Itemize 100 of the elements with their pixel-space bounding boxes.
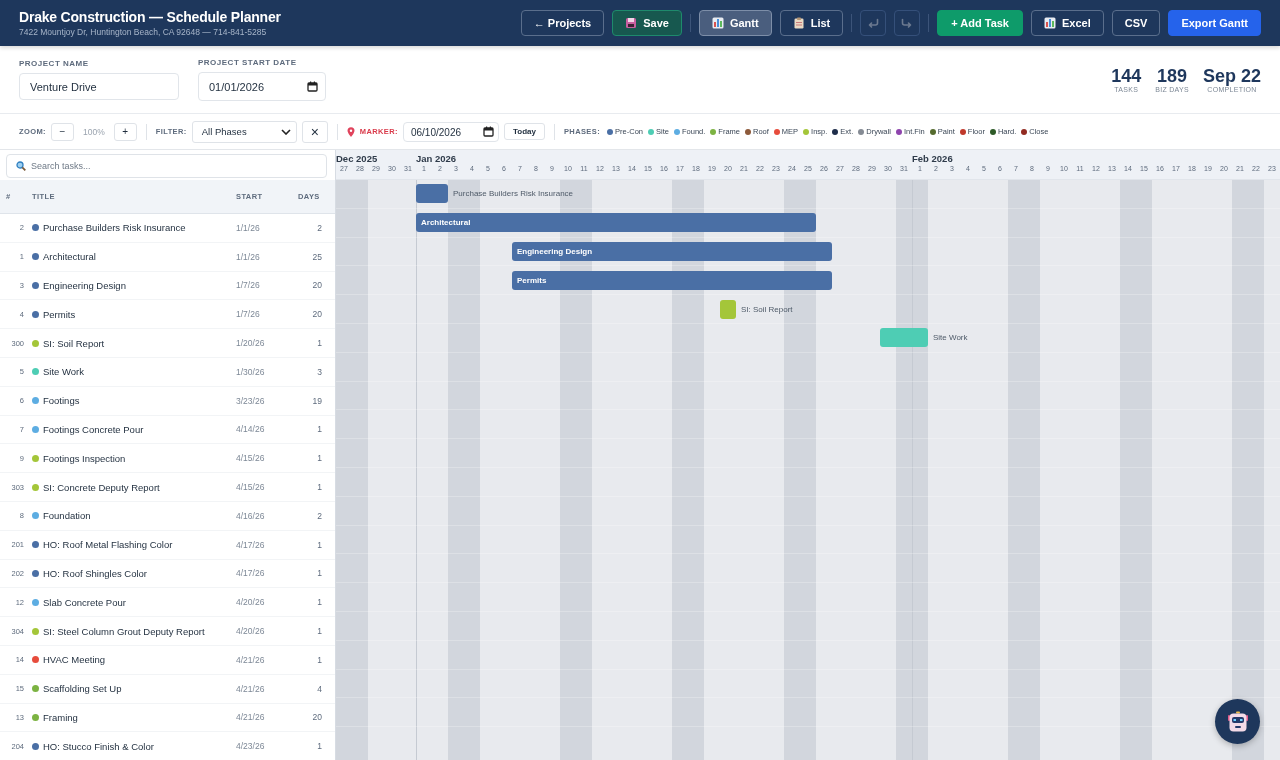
start-date: 4/14/26 xyxy=(236,424,266,435)
field-label: PROJECT NAME xyxy=(19,59,90,68)
month-label: Feb 2026 xyxy=(912,152,954,165)
start-date: 4/17/26 xyxy=(236,568,266,579)
task-title[interactable]: Purchase Builders Risk Insurance xyxy=(43,222,186,234)
start-date: 4/15/26 xyxy=(236,482,266,493)
task-days: 1 xyxy=(286,424,322,435)
start-date: 1/7/26 xyxy=(236,309,261,320)
export-gantt-button[interactable]: Export Gantt xyxy=(1168,10,1261,36)
task-title[interactable]: Slab Concrete Pour xyxy=(43,596,126,608)
task-days: 3 xyxy=(286,366,322,377)
task-days: 1 xyxy=(286,482,322,493)
excel-export-button[interactable]: Excel xyxy=(1031,10,1104,36)
field-label: PROJECT START DATE xyxy=(198,58,298,67)
start-date: 4/17/26 xyxy=(236,539,266,550)
start-date: 4/15/26 xyxy=(236,453,266,464)
company-address: 7422 Mountjoy Dr, Huntington Beach, CA 92648 — 714-841-5285 xyxy=(19,27,268,37)
task-title[interactable]: SI: Concrete Deputy Report xyxy=(43,481,160,493)
month-label: Jan 2026 xyxy=(416,152,458,165)
stat-value: Sep 22 xyxy=(1202,66,1261,86)
task-days: 1 xyxy=(286,741,322,752)
task-days: 1 xyxy=(286,597,322,608)
pin-icon xyxy=(346,126,355,137)
task-bar[interactable]: Architectural xyxy=(416,213,816,233)
task-title[interactable]: Framing xyxy=(43,711,78,723)
start-date: 4/20/26 xyxy=(236,597,266,608)
robot-icon xyxy=(1225,710,1250,733)
task-title[interactable]: HO: Roof Metal Flashing Color xyxy=(43,539,173,551)
task-days: 1 xyxy=(286,539,322,550)
task-bar[interactable]: Permits xyxy=(512,270,832,290)
today-button[interactable]: Today xyxy=(503,123,545,140)
view-tab[interactable]: List xyxy=(779,10,844,36)
task-days: 2 xyxy=(286,222,322,233)
start-date: 1/1/26 xyxy=(236,222,261,233)
view-tab[interactable]: Gantt xyxy=(698,10,772,36)
start-date: 4/23/26 xyxy=(236,741,266,752)
bar-chart-icon xyxy=(1044,17,1056,29)
bar-label: Site Work xyxy=(932,333,969,343)
date-field[interactable]: 01/01/2026 xyxy=(198,72,326,101)
csv-export-button[interactable]: CSV xyxy=(1111,10,1161,36)
task-bar[interactable]: Engineering Design xyxy=(512,242,832,261)
save-button[interactable]: Save xyxy=(612,10,682,36)
project-name-field[interactable]: Venture Drive xyxy=(19,73,179,100)
stat-value: 189 xyxy=(1157,66,1188,86)
task-title[interactable]: SI: Steel Column Grout Deputy Report xyxy=(43,625,205,637)
task-days: 20 xyxy=(286,712,322,723)
task-days: 4 xyxy=(286,683,322,694)
projects-button[interactable]: ← Projects xyxy=(520,10,605,36)
chevron-down-icon xyxy=(280,128,291,135)
task-days: 20 xyxy=(286,309,322,320)
task-title[interactable]: HVAC Meeting xyxy=(43,654,106,666)
search-field[interactable]: Search tasks... xyxy=(6,154,327,178)
date-field[interactable]: 06/10/2026 xyxy=(402,122,499,142)
start-date: 1/1/26 xyxy=(236,251,261,262)
zoom-in-button[interactable]: + xyxy=(113,122,137,141)
bar-label: Purchase Builders Risk Insurance xyxy=(452,189,575,199)
start-date: 1/7/26 xyxy=(236,280,261,291)
app-title: Drake Construction — Schedule Planner xyxy=(19,9,281,25)
start-date: 4/21/26 xyxy=(236,654,266,665)
task-title[interactable]: Site Work xyxy=(43,366,84,378)
task-title[interactable]: Architectural xyxy=(43,251,96,263)
task-title[interactable]: Footings xyxy=(43,395,80,407)
zoom-value: 100% xyxy=(83,126,105,137)
task-days: 2 xyxy=(286,510,322,521)
start-date: 4/20/26 xyxy=(236,626,266,637)
task-days: 1 xyxy=(286,654,322,665)
task-title[interactable]: Footings Inspection xyxy=(43,452,126,464)
task-title[interactable]: HO: Roof Shingles Color xyxy=(43,567,148,579)
task-title[interactable]: Scaffolding Set Up xyxy=(43,683,122,695)
start-date: 1/30/26 xyxy=(236,366,266,377)
start-date: 3/23/26 xyxy=(236,395,266,406)
task-title[interactable]: HO: Stucco Finish & Color xyxy=(43,740,154,752)
task-days: 1 xyxy=(286,453,322,464)
bar-label: SI: Soil Report xyxy=(740,304,794,314)
calendar-icon xyxy=(482,126,494,137)
clipboard-icon xyxy=(792,17,805,29)
task-days: 1 xyxy=(286,568,322,579)
task-title[interactable]: SI: Soil Report xyxy=(43,337,105,349)
zoom-out-button[interactable]: − xyxy=(51,122,74,141)
redo-icon xyxy=(901,18,914,28)
start-date: 4/16/26 xyxy=(236,510,266,521)
task-title[interactable]: Engineering Design xyxy=(43,280,126,291)
task-days: 1 xyxy=(286,626,322,637)
month-label: Dec 2025 xyxy=(336,152,379,165)
task-title[interactable]: Permits xyxy=(43,308,76,320)
task-days: 19 xyxy=(286,395,322,406)
task-title[interactable]: Foundation xyxy=(43,510,91,522)
clear-filter-button[interactable]: × xyxy=(301,120,328,143)
bar-chart-icon xyxy=(711,17,724,29)
start-date: 4/21/26 xyxy=(236,683,266,694)
task-days: 25 xyxy=(286,251,322,262)
undo-icon xyxy=(867,18,880,28)
start-date: 1/20/26 xyxy=(236,338,266,349)
task-days: 20 xyxy=(286,280,322,291)
stat-value: 144 xyxy=(1111,66,1142,86)
add-task-button[interactable]: + Add Task xyxy=(937,10,1023,36)
search-icon xyxy=(16,161,26,171)
task-title[interactable]: Footings Concrete Pour xyxy=(43,423,144,435)
task-bar[interactable] xyxy=(416,184,448,204)
phase-filter-dropdown[interactable]: All Phases xyxy=(191,120,297,143)
